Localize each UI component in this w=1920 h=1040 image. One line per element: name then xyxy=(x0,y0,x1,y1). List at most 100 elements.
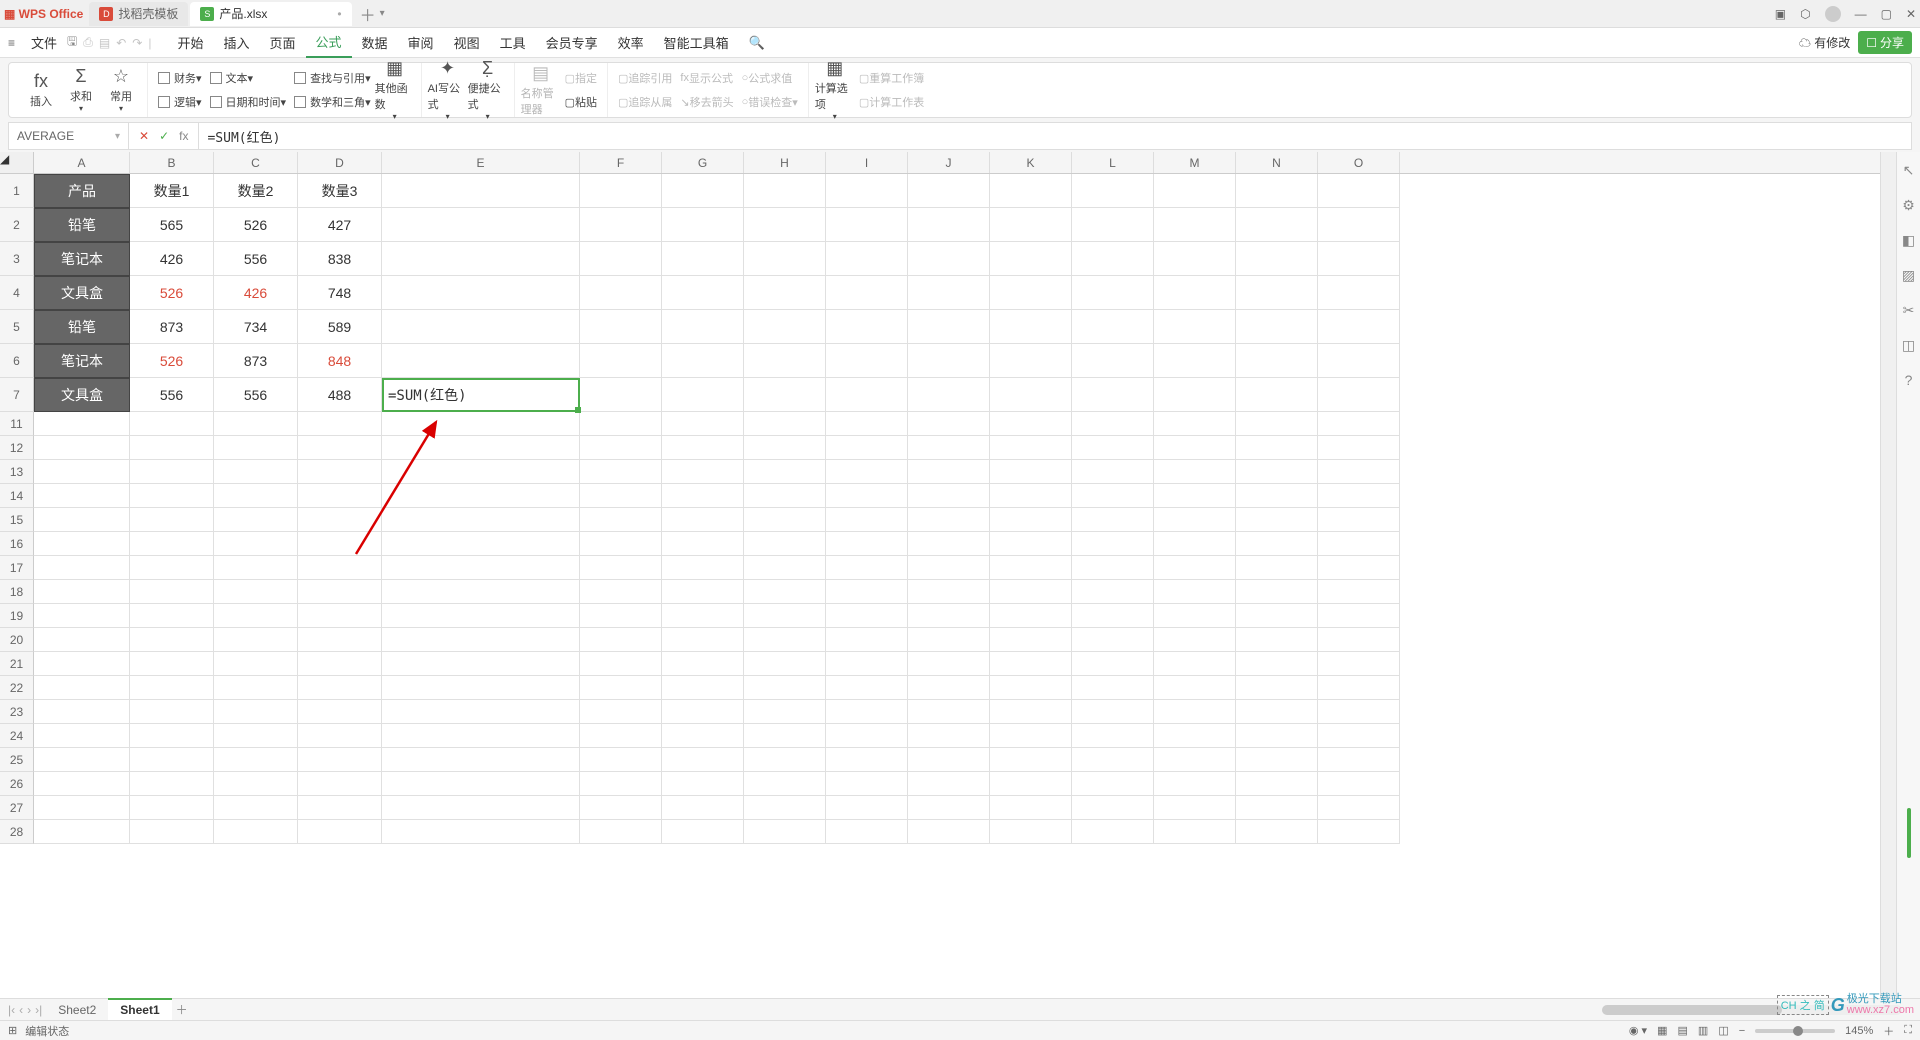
cell-I21[interactable] xyxy=(826,652,908,676)
cell-J22[interactable] xyxy=(908,676,990,700)
cell-H23[interactable] xyxy=(744,700,826,724)
cell-L22[interactable] xyxy=(1072,676,1154,700)
cell-F3[interactable] xyxy=(580,242,662,276)
cell-B11[interactable] xyxy=(130,412,214,436)
cell-H15[interactable] xyxy=(744,508,826,532)
cell-F2[interactable] xyxy=(580,208,662,242)
cell-G28[interactable] xyxy=(662,820,744,844)
mode-icon[interactable]: ⊞ xyxy=(8,1024,17,1037)
cell-M18[interactable] xyxy=(1154,580,1236,604)
cell-L19[interactable] xyxy=(1072,604,1154,628)
cell-L17[interactable] xyxy=(1072,556,1154,580)
cell-F7[interactable] xyxy=(580,378,662,412)
cell-H4[interactable] xyxy=(744,276,826,310)
cell-G26[interactable] xyxy=(662,772,744,796)
cell-B15[interactable] xyxy=(130,508,214,532)
cell-I23[interactable] xyxy=(826,700,908,724)
cell-M11[interactable] xyxy=(1154,412,1236,436)
close-button[interactable]: ✕ xyxy=(1906,7,1916,21)
chart-icon[interactable]: ▨ xyxy=(1902,267,1915,284)
cell-L26[interactable] xyxy=(1072,772,1154,796)
cell-D22[interactable] xyxy=(298,676,382,700)
cell-H12[interactable] xyxy=(744,436,826,460)
cell-N28[interactable] xyxy=(1236,820,1318,844)
zoom-value[interactable]: 145% xyxy=(1845,1025,1873,1037)
view-normal-icon[interactable]: ▤ xyxy=(1678,1024,1688,1037)
cell-E1[interactable] xyxy=(382,174,580,208)
cell-G27[interactable] xyxy=(662,796,744,820)
cell-C20[interactable] xyxy=(214,628,298,652)
cell-H19[interactable] xyxy=(744,604,826,628)
cell-O11[interactable] xyxy=(1318,412,1400,436)
cell-D7[interactable]: 488 xyxy=(298,378,382,412)
row-head-19[interactable]: 19 xyxy=(0,604,34,628)
cell-I15[interactable] xyxy=(826,508,908,532)
cell-O3[interactable] xyxy=(1318,242,1400,276)
cell-N5[interactable] xyxy=(1236,310,1318,344)
hamburger-icon[interactable]: ≡ xyxy=(8,36,15,50)
calc-options-button[interactable]: ▦计算选项▾ xyxy=(815,66,855,114)
cell-F11[interactable] xyxy=(580,412,662,436)
cell-F25[interactable] xyxy=(580,748,662,772)
cell-B6[interactable]: 526 xyxy=(130,344,214,378)
menu-会员专享[interactable]: 会员专享 xyxy=(536,28,608,58)
cell-O16[interactable] xyxy=(1318,532,1400,556)
fx-icon[interactable]: fx xyxy=(179,129,188,143)
cell-H27[interactable] xyxy=(744,796,826,820)
cell-K1[interactable] xyxy=(990,174,1072,208)
col-head-C[interactable]: C xyxy=(214,152,298,173)
cell-K14[interactable] xyxy=(990,484,1072,508)
cell-A6[interactable]: 笔记本 xyxy=(34,344,130,378)
cell-K18[interactable] xyxy=(990,580,1072,604)
cell-B1[interactable]: 数量1 xyxy=(130,174,214,208)
cell-B3[interactable]: 426 xyxy=(130,242,214,276)
cell-K22[interactable] xyxy=(990,676,1072,700)
cell-L18[interactable] xyxy=(1072,580,1154,604)
view-page-icon[interactable]: ▥ xyxy=(1698,1024,1708,1037)
ai-formula-button[interactable]: ✦AI写公式▾ xyxy=(428,66,468,114)
cell-J14[interactable] xyxy=(908,484,990,508)
cell-B26[interactable] xyxy=(130,772,214,796)
cell-H24[interactable] xyxy=(744,724,826,748)
cell-J13[interactable] xyxy=(908,460,990,484)
cell-N19[interactable] xyxy=(1236,604,1318,628)
cell-E28[interactable] xyxy=(382,820,580,844)
cell-J19[interactable] xyxy=(908,604,990,628)
cell-H25[interactable] xyxy=(744,748,826,772)
cell-J21[interactable] xyxy=(908,652,990,676)
cell-E4[interactable] xyxy=(382,276,580,310)
cell-A11[interactable] xyxy=(34,412,130,436)
cell-A17[interactable] xyxy=(34,556,130,580)
cell-B28[interactable] xyxy=(130,820,214,844)
row-head-28[interactable]: 28 xyxy=(0,820,34,844)
cell-F23[interactable] xyxy=(580,700,662,724)
sheet-tab-Sheet1[interactable]: Sheet1 xyxy=(108,998,171,1020)
col-head-I[interactable]: I xyxy=(826,152,908,173)
name-manager-button[interactable]: ▤名称管理器 xyxy=(521,66,561,114)
cell-I13[interactable] xyxy=(826,460,908,484)
row-head-17[interactable]: 17 xyxy=(0,556,34,580)
cell-O25[interactable] xyxy=(1318,748,1400,772)
cell-B20[interactable] xyxy=(130,628,214,652)
cell-I4[interactable] xyxy=(826,276,908,310)
cell-I28[interactable] xyxy=(826,820,908,844)
cell-M14[interactable] xyxy=(1154,484,1236,508)
row-head-21[interactable]: 21 xyxy=(0,652,34,676)
cell-J24[interactable] xyxy=(908,724,990,748)
cell-C19[interactable] xyxy=(214,604,298,628)
cell-H26[interactable] xyxy=(744,772,826,796)
cell-I6[interactable] xyxy=(826,344,908,378)
cell-G20[interactable] xyxy=(662,628,744,652)
cell-I19[interactable] xyxy=(826,604,908,628)
help-icon[interactable]: ? xyxy=(1905,372,1913,388)
cell-I7[interactable] xyxy=(826,378,908,412)
menu-公式[interactable]: 公式 xyxy=(306,28,352,58)
cell-F6[interactable] xyxy=(580,344,662,378)
file-menu[interactable]: 文件 xyxy=(21,28,67,58)
other-fn-button[interactable]: ▦其他函数▾ xyxy=(375,66,415,114)
cell-M27[interactable] xyxy=(1154,796,1236,820)
cell-C12[interactable] xyxy=(214,436,298,460)
cell-B14[interactable] xyxy=(130,484,214,508)
style-icon[interactable]: ◧ xyxy=(1902,232,1915,249)
cell-H2[interactable] xyxy=(744,208,826,242)
